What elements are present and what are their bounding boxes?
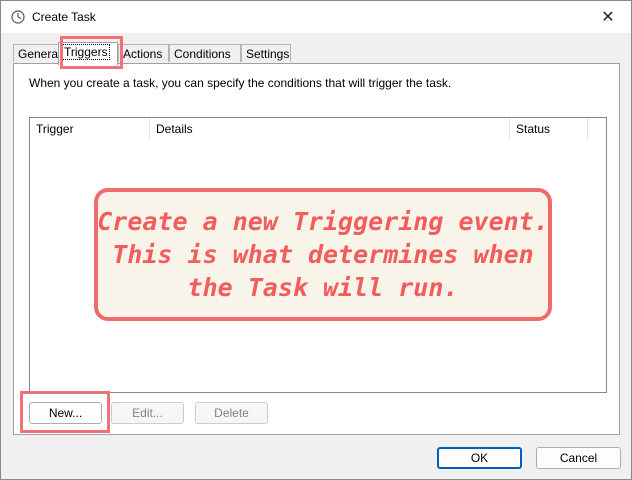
annotation-line-2: This is what determines when bbox=[112, 240, 534, 269]
annotation-line-1: Create a new Triggering event. bbox=[97, 207, 549, 236]
cancel-button[interactable]: Cancel bbox=[536, 447, 621, 469]
tab-general[interactable]: General bbox=[13, 44, 61, 62]
close-icon: ✕ bbox=[601, 9, 615, 26]
tab-triggers[interactable]: Triggers bbox=[58, 42, 118, 65]
edit-trigger-button[interactable]: Edit... bbox=[111, 402, 184, 424]
delete-trigger-button[interactable]: Delete bbox=[195, 402, 268, 424]
tab-conditions[interactable]: Conditions bbox=[169, 44, 241, 62]
ok-button[interactable]: OK bbox=[437, 447, 522, 469]
window-title: Create Task bbox=[32, 10, 96, 24]
close-button[interactable]: ✕ bbox=[585, 1, 631, 33]
new-trigger-button[interactable]: New... bbox=[29, 402, 102, 424]
tab-actions[interactable]: Actions bbox=[118, 44, 169, 62]
tab-settings[interactable]: Settings bbox=[241, 44, 291, 62]
list-header: Trigger Details Status bbox=[30, 118, 606, 140]
title-bar[interactable]: Create Task ✕ bbox=[1, 1, 631, 33]
annotation-callout: Create a new Triggering event. This is w… bbox=[94, 188, 552, 321]
column-header-status[interactable]: Status bbox=[510, 118, 588, 140]
column-header-details[interactable]: Details bbox=[150, 118, 510, 140]
task-scheduler-icon bbox=[11, 10, 25, 24]
column-header-trigger[interactable]: Trigger bbox=[30, 118, 150, 140]
annotation-line-3: the Task will run. bbox=[187, 273, 459, 302]
triggers-description: When you create a task, you can specify … bbox=[29, 76, 452, 90]
